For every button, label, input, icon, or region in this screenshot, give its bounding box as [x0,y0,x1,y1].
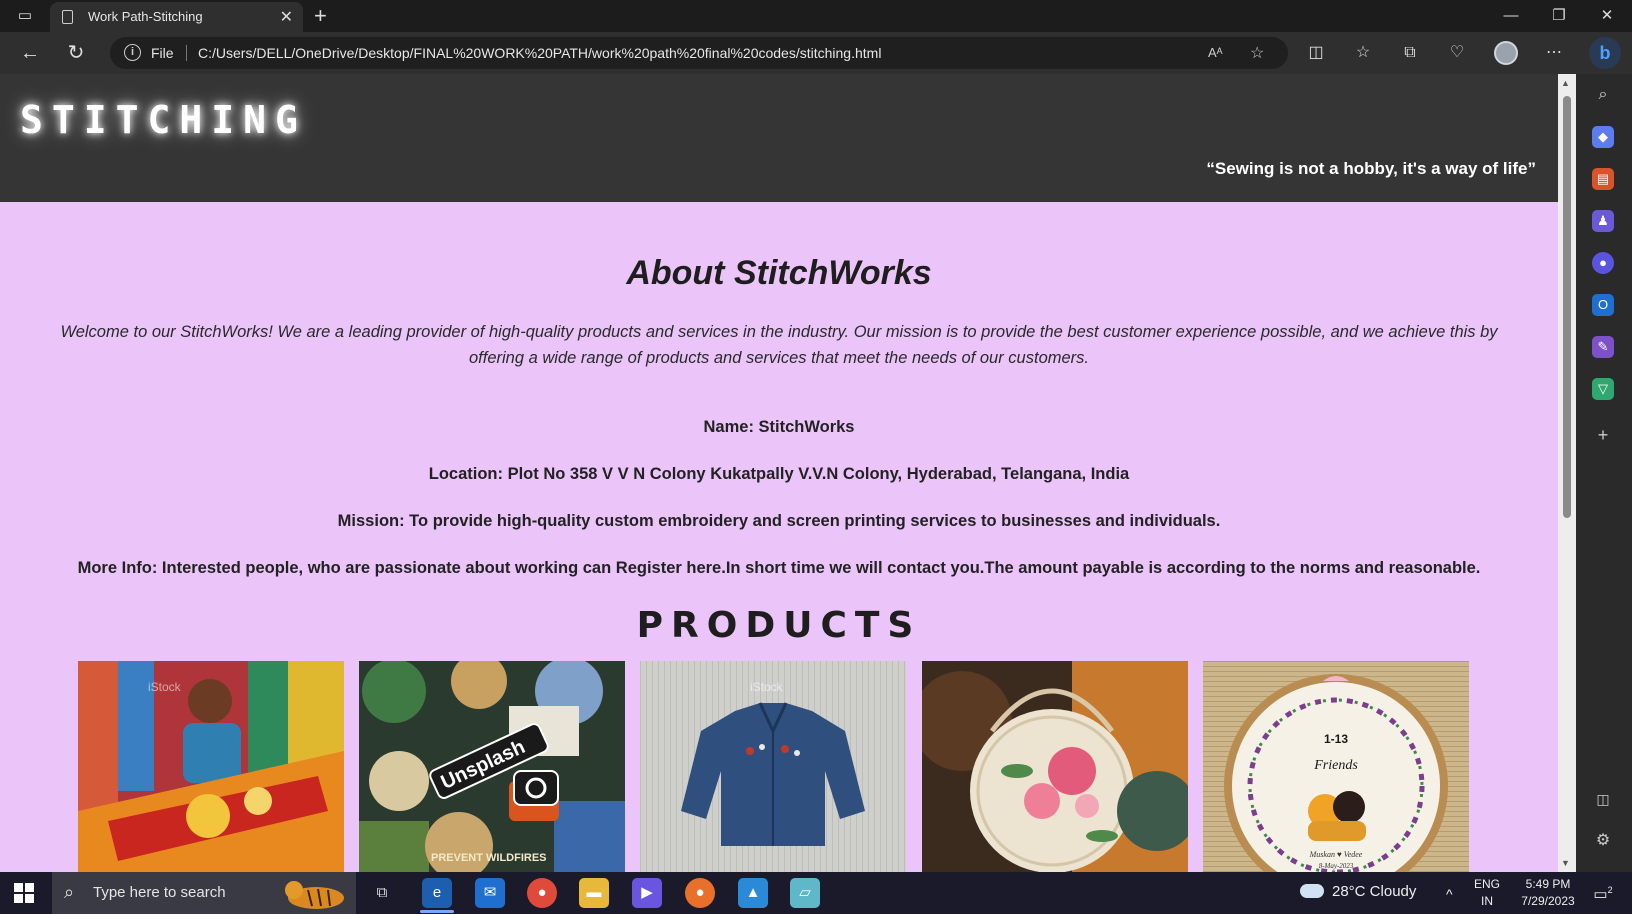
product-image-denim-jacket[interactable]: iStock [640,661,906,872]
product-image-patches[interactable]: Unsplash PREVENT WILDFIRES [359,661,625,872]
sidebar-hide-icon[interactable]: ◫ [1592,788,1614,810]
chrome-icon[interactable]: ● [527,878,557,908]
hoop-subtitle: Friends [1313,758,1358,773]
mail-icon[interactable]: ✉ [475,878,505,908]
products-title: PRODUCTS [636,605,922,646]
more-menu-icon[interactable]: ⋯ [1542,42,1566,64]
site-header: STITCHING “Sewing is not a hobby, it's a… [0,74,1558,202]
photos-icon[interactable]: ▲ [738,878,768,908]
sidebar-search-icon[interactable]: ⌕ [1592,84,1614,106]
watermark-text: iStock [750,680,784,694]
language-bottom: IN [1481,894,1493,908]
sidebar-games-icon[interactable]: ♟ [1592,210,1614,232]
browser-toolbar: ← ↻ i File C:/Users/DELL/OneDrive/Deskto… [0,32,1632,74]
watermark-text: iStock [148,680,182,694]
product-image-embroidery-hoop[interactable]: 1-13 Friends Muskan ♥ Vedee 8-May-2023 [1203,661,1469,872]
address-bar[interactable]: i File C:/Users/DELL/OneDrive/Desktop/FI… [110,37,1288,69]
info-more: More Info: Interested people, who are pa… [77,559,1481,577]
tab-close-icon[interactable]: ✕ [280,7,293,27]
split-screen-icon[interactable]: ◫ [1304,42,1328,64]
media-player-icon[interactable]: ▶ [632,878,662,908]
info-mission: Mission: To provide high-quality custom … [337,512,1221,530]
info-name: Name: StitchWorks [703,418,855,436]
page-viewport: STITCHING “Sewing is not a hobby, it's a… [0,74,1558,872]
notepad-icon[interactable]: ▱ [790,878,820,908]
site-logo: STITCHING [20,98,307,142]
restore-icon[interactable]: ❐ [1536,4,1582,28]
weather-text[interactable]: 28°C Cloudy [1332,883,1416,900]
search-icon: ⌕ [64,882,75,902]
hoop-date: 8-May-2023 [1319,862,1354,870]
sidebar-copilot-icon[interactable]: ● [1592,252,1614,274]
weather-cloud-icon [1300,884,1324,898]
favorites-icon[interactable]: ☆ [1351,42,1375,64]
collections-icon[interactable]: ⧉ [1398,42,1422,64]
close-window-icon[interactable]: ✕ [1584,4,1630,28]
new-tab-icon[interactable]: + [314,3,327,29]
notification-count: 2 [1607,885,1613,895]
search-highlight-tiger-icon [285,881,344,909]
profile-avatar[interactable] [1494,41,1518,65]
language-indicator[interactable]: ENG IN [1470,876,1504,910]
hoop-title: 1-13 [1324,732,1348,746]
page-icon [62,10,73,24]
clock-date: 7/29/2023 [1521,894,1575,908]
minimize-icon[interactable]: — [1488,4,1534,28]
tab-title: Work Path-Stitching [88,9,203,24]
sidebar-designer-icon[interactable]: ✎ [1592,336,1614,358]
favorite-star-icon[interactable]: ☆ [1250,43,1264,63]
site-tagline: “Sewing is not a hobby, it's a way of li… [1206,159,1536,178]
about-title: About StitchWorks [626,254,932,292]
back-icon[interactable]: ← [16,40,44,66]
url-text[interactable]: C:/Users/DELL/OneDrive/Desktop/FINAL%20W… [198,45,881,61]
language-top: ENG [1473,877,1500,891]
about-text: Welcome to our StitchWorks! We are a lea… [60,323,1498,367]
bing-copilot-icon[interactable]: b [1589,37,1621,69]
scroll-down-icon[interactable]: ▼ [1561,858,1570,868]
firefox-icon[interactable]: ● [685,878,715,908]
browser-essentials-icon[interactable]: ♡ [1445,42,1469,64]
windows-taskbar: ⌕ Type here to search ⧉ e ✉ ● ▬ ▶ ● ▲ ▱ … [0,872,1632,914]
sidebar-settings-icon[interactable]: ⚙ [1592,830,1614,852]
patch-text: PREVENT WILDFIRES [431,852,547,864]
active-app-indicator [420,910,454,913]
clock-time: 5:49 PM [1525,877,1571,891]
sidebar-drop-icon[interactable]: ▽ [1592,378,1614,400]
divider [186,45,187,61]
page-scrollbar[interactable]: ▲ ▼ [1558,74,1576,872]
browser-tab-strip: ▭ Work Path-Stitching ✕ + — ❐ ✕ [0,0,1632,32]
sidebar-outlook-icon[interactable]: O [1592,294,1614,316]
search-placeholder: Type here to search [93,884,226,901]
product-image-rattan-bags[interactable] [922,661,1188,872]
read-aloud-icon[interactable]: Aᴬ [1208,45,1223,60]
refresh-icon[interactable]: ↻ [62,40,90,66]
info-location: Location: Plot No 358 V V N Colony Kukat… [428,465,1130,483]
tray-chevron-icon[interactable]: ^ [1446,886,1453,903]
notifications-icon[interactable]: ▭2 [1590,882,1616,903]
task-view-icon[interactable]: ⧉ [367,878,397,908]
hoop-names: Muskan ♥ Vedee [1309,850,1363,859]
tab-actions-icon[interactable]: ▭ [12,6,38,26]
file-label: File [151,45,174,61]
file-explorer-icon[interactable]: ▬ [579,878,609,908]
scroll-thumb[interactable] [1563,96,1571,518]
clock[interactable]: 5:49 PM 7/29/2023 [1512,876,1584,910]
sidebar-tools-icon[interactable]: ▤ [1592,168,1614,190]
info-icon[interactable]: i [124,44,141,61]
tab-active[interactable]: Work Path-Stitching ✕ [50,2,303,32]
windows-start-icon[interactable] [14,883,34,903]
taskbar-search[interactable]: ⌕ Type here to search [52,872,356,914]
sidebar-add-icon[interactable]: + [1592,424,1614,446]
sidebar-shopping-icon[interactable]: ◆ [1592,126,1614,148]
edge-sidebar: ⌕ ◆ ▤ ♟ ● O ✎ ▽ + ◫ ⚙ [1576,74,1632,872]
scroll-up-icon[interactable]: ▲ [1561,78,1570,88]
edge-taskbar-icon[interactable]: e [422,878,452,908]
product-image-textiles[interactable]: iStock [78,661,344,872]
